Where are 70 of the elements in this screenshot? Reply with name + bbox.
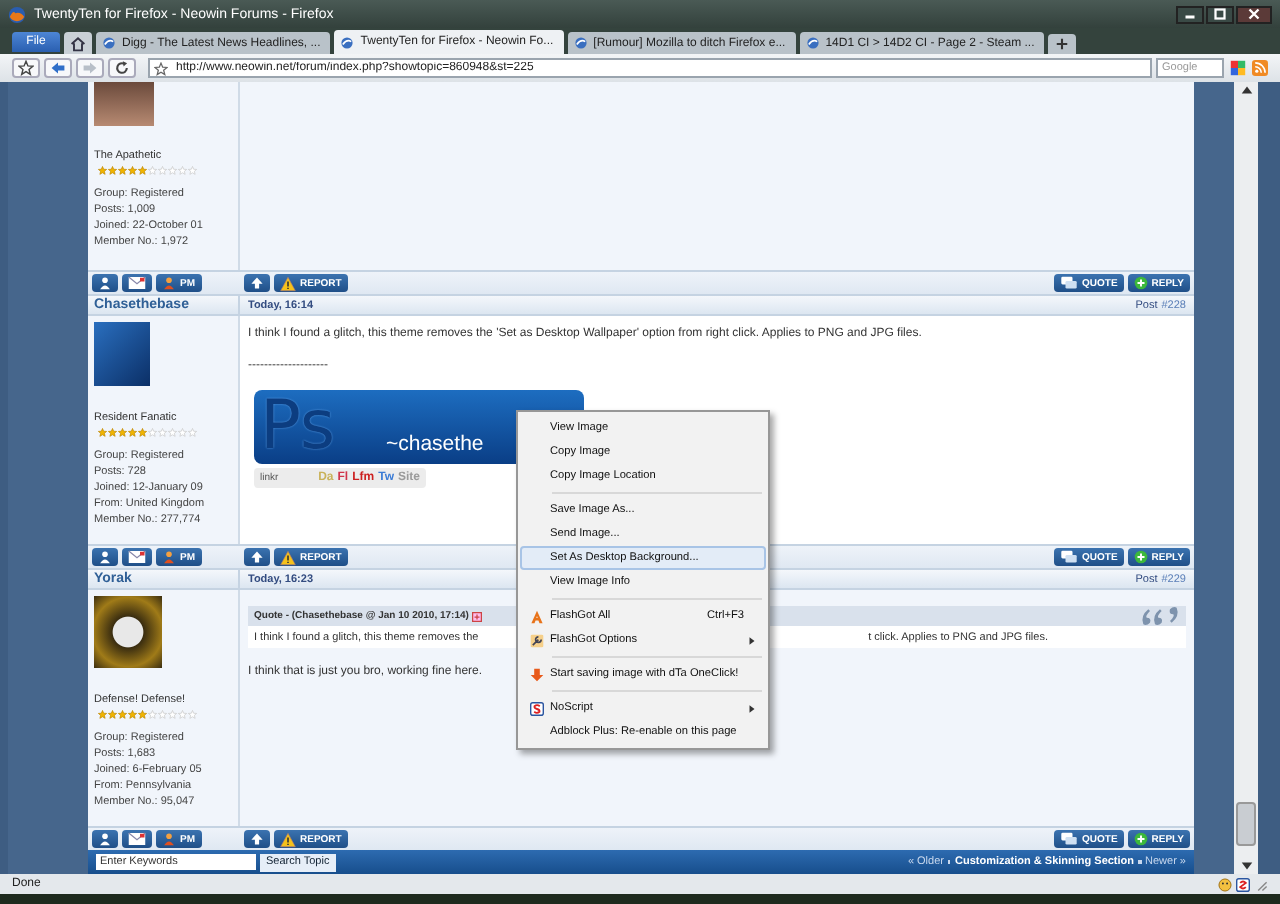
envelope-icon: [128, 550, 146, 564]
back-arrow-icon: [50, 60, 66, 76]
email-button[interactable]: [122, 274, 152, 292]
scroll-top-button[interactable]: [244, 830, 270, 848]
star-icon[interactable]: [154, 61, 168, 75]
back-button[interactable]: [44, 58, 72, 78]
plus-icon: [1133, 550, 1148, 564]
home-button[interactable]: [64, 32, 92, 54]
warning-icon: [280, 549, 296, 565]
download-arrow-icon: [529, 667, 543, 681]
close-button[interactable]: [1236, 5, 1272, 23]
warning-icon: [280, 275, 296, 291]
wrench-icon: [529, 633, 543, 647]
avatar-placeholder: [94, 322, 150, 386]
up-arrow-icon: [250, 832, 264, 846]
warning-icon: [280, 831, 296, 847]
bookmark-button[interactable]: [12, 58, 40, 78]
maximize-icon: [1214, 8, 1226, 20]
envelope-icon: [128, 832, 146, 846]
up-arrow-icon: [250, 550, 264, 564]
banner-logo-text: Ps: [260, 390, 336, 462]
plus-icon: [1133, 276, 1148, 290]
scroll-top-button[interactable]: [244, 548, 270, 566]
person-icon: [98, 550, 112, 564]
resize-grip-icon[interactable]: [1254, 877, 1268, 891]
letter-s-icon: [529, 701, 543, 715]
banner-caption: ~chasethe: [386, 432, 484, 456]
page-icon: [102, 36, 116, 50]
minimize-button[interactable]: [1176, 5, 1204, 23]
star-icon: [18, 60, 34, 76]
email-button[interactable]: [122, 830, 152, 848]
scroll-down-icon[interactable]: [1239, 858, 1253, 874]
letter-a-icon: [529, 609, 543, 623]
maximize-button[interactable]: [1206, 5, 1234, 23]
close-icon: [1248, 8, 1260, 20]
scroll-up-icon[interactable]: [1239, 82, 1253, 98]
home-icon: [70, 35, 86, 51]
person-icon: [162, 550, 176, 564]
forward-arrow-icon: [82, 60, 98, 76]
speech-bubbles-icon: [1060, 832, 1078, 846]
scroll-top-button[interactable]: [244, 274, 270, 292]
speech-bubbles-icon: [1060, 550, 1078, 564]
expand-icon[interactable]: [472, 611, 483, 621]
avatar-placeholder: [94, 596, 162, 668]
email-button[interactable]: [122, 548, 152, 566]
profile-button[interactable]: [92, 830, 118, 848]
person-icon: [162, 276, 176, 290]
profile-button[interactable]: [92, 274, 118, 292]
quote-marks-icon: [1140, 606, 1180, 626]
speech-bubbles-icon: [1060, 276, 1078, 290]
reload-icon: [114, 60, 130, 76]
avatar-placeholder: [94, 82, 154, 126]
page-icon: [805, 36, 820, 50]
reload-button[interactable]: [108, 58, 136, 78]
up-arrow-icon: [250, 276, 264, 290]
search-engine-icon[interactable]: [1230, 60, 1246, 76]
profile-button[interactable]: [92, 548, 118, 566]
page-icon: [340, 35, 355, 49]
plus-icon: [1056, 38, 1069, 50]
person-icon: [162, 832, 176, 846]
shield-icon[interactable]: [1236, 877, 1250, 891]
page-icon: [573, 36, 588, 50]
person-icon: [98, 832, 112, 846]
person-icon: [98, 276, 112, 290]
plus-icon: [1133, 832, 1148, 846]
scrollbar-thumb[interactable]: [1236, 802, 1256, 846]
scrollbar[interactable]: [1234, 82, 1258, 874]
browser-logo-icon: [8, 5, 26, 23]
new-tab-button[interactable]: [1048, 34, 1077, 54]
envelope-icon: [128, 276, 146, 290]
